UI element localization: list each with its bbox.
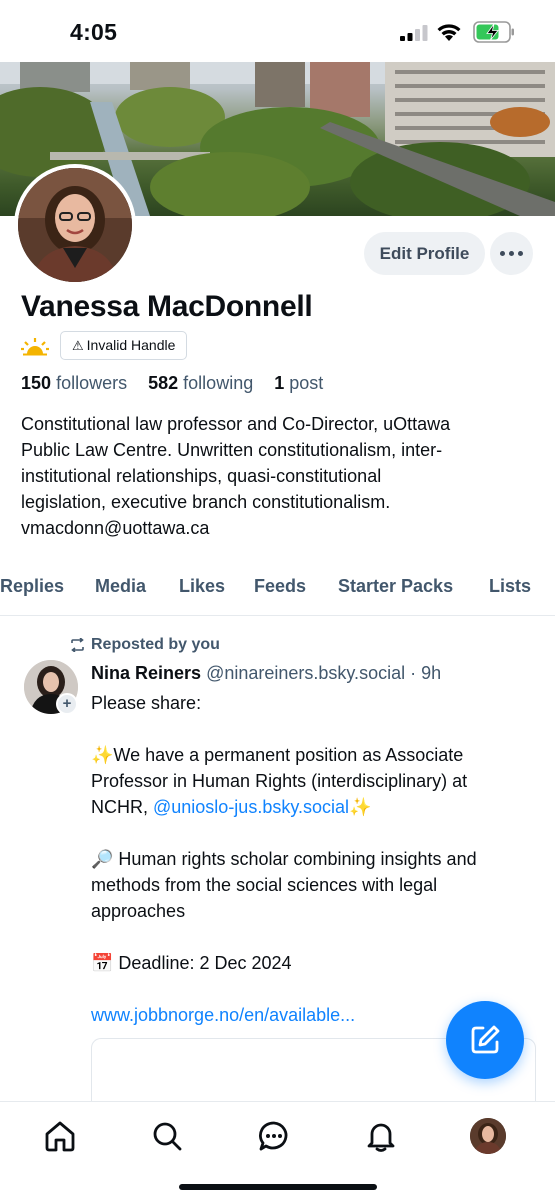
bottom-navigation [0, 1101, 555, 1200]
home-indicator [179, 1184, 377, 1190]
posts-count: 1 post [274, 373, 324, 393]
home-icon[interactable] [43, 1119, 77, 1153]
post-author-handle[interactable]: @ninareiners.bsky.social [206, 663, 405, 683]
notifications-bell-icon[interactable] [364, 1119, 398, 1153]
follow-plus-button[interactable]: + [56, 693, 78, 715]
compose-post-button[interactable] [446, 1001, 524, 1079]
handle-badge-label: Invalid Handle [86, 337, 176, 353]
status-bar: 4:05 [0, 0, 555, 62]
search-icon[interactable] [150, 1119, 184, 1153]
sun-icon [21, 338, 49, 356]
invalid-handle-badge[interactable]: ⚠ Invalid Handle [60, 331, 188, 360]
repost-indicator[interactable]: Reposted by you [70, 636, 220, 654]
mention-link[interactable]: @unioslo-jus.bsky.social [153, 797, 349, 817]
profile-nav-avatar[interactable] [470, 1118, 506, 1154]
profile-bio: Constitutional law professor and Co-Dire… [21, 414, 451, 538]
ellipsis-icon [500, 251, 505, 256]
followers-link[interactable]: 150 followers [21, 373, 127, 393]
edit-profile-button[interactable]: Edit Profile [364, 232, 485, 275]
external-link[interactable]: www.jobbnorge.no/en/available... [91, 1005, 355, 1025]
tab-media[interactable]: Media [95, 576, 146, 597]
profile-avatar[interactable] [14, 164, 136, 286]
post-header: Nina Reiners @ninareiners.bsky.social · … [91, 663, 441, 684]
tab-starter-packs[interactable]: Starter Packs [338, 576, 453, 597]
more-options-button[interactable] [490, 232, 533, 275]
battery-charging-icon [473, 21, 514, 43]
repost-label: Reposted by you [91, 636, 220, 653]
compose-icon [471, 1025, 500, 1054]
post-author-name[interactable]: Nina Reiners [91, 663, 201, 683]
chat-icon[interactable] [257, 1119, 291, 1153]
tab-likes[interactable]: Likes [179, 576, 225, 597]
post-time: · 9h [410, 663, 442, 683]
profile-tabs: Replies Media Likes Feeds Starter Packs … [0, 570, 555, 616]
post-text[interactable]: Please share: ✨We have a permanent posit… [91, 690, 546, 1028]
cellular-signal-icon [400, 25, 428, 41]
repost-icon [71, 638, 84, 652]
wifi-icon [437, 24, 461, 41]
status-time: 4:05 [70, 19, 118, 45]
display-name: Vanessa MacDonnell [21, 290, 313, 323]
tab-lists[interactable]: Lists [489, 576, 531, 597]
profile-stats: 150 followers 582 following 1 post [21, 373, 323, 394]
tab-feeds[interactable]: Feeds [254, 576, 306, 597]
tab-replies[interactable]: Replies [0, 576, 64, 597]
warning-icon: ⚠ [72, 338, 84, 353]
following-link[interactable]: 582 following [148, 373, 253, 393]
